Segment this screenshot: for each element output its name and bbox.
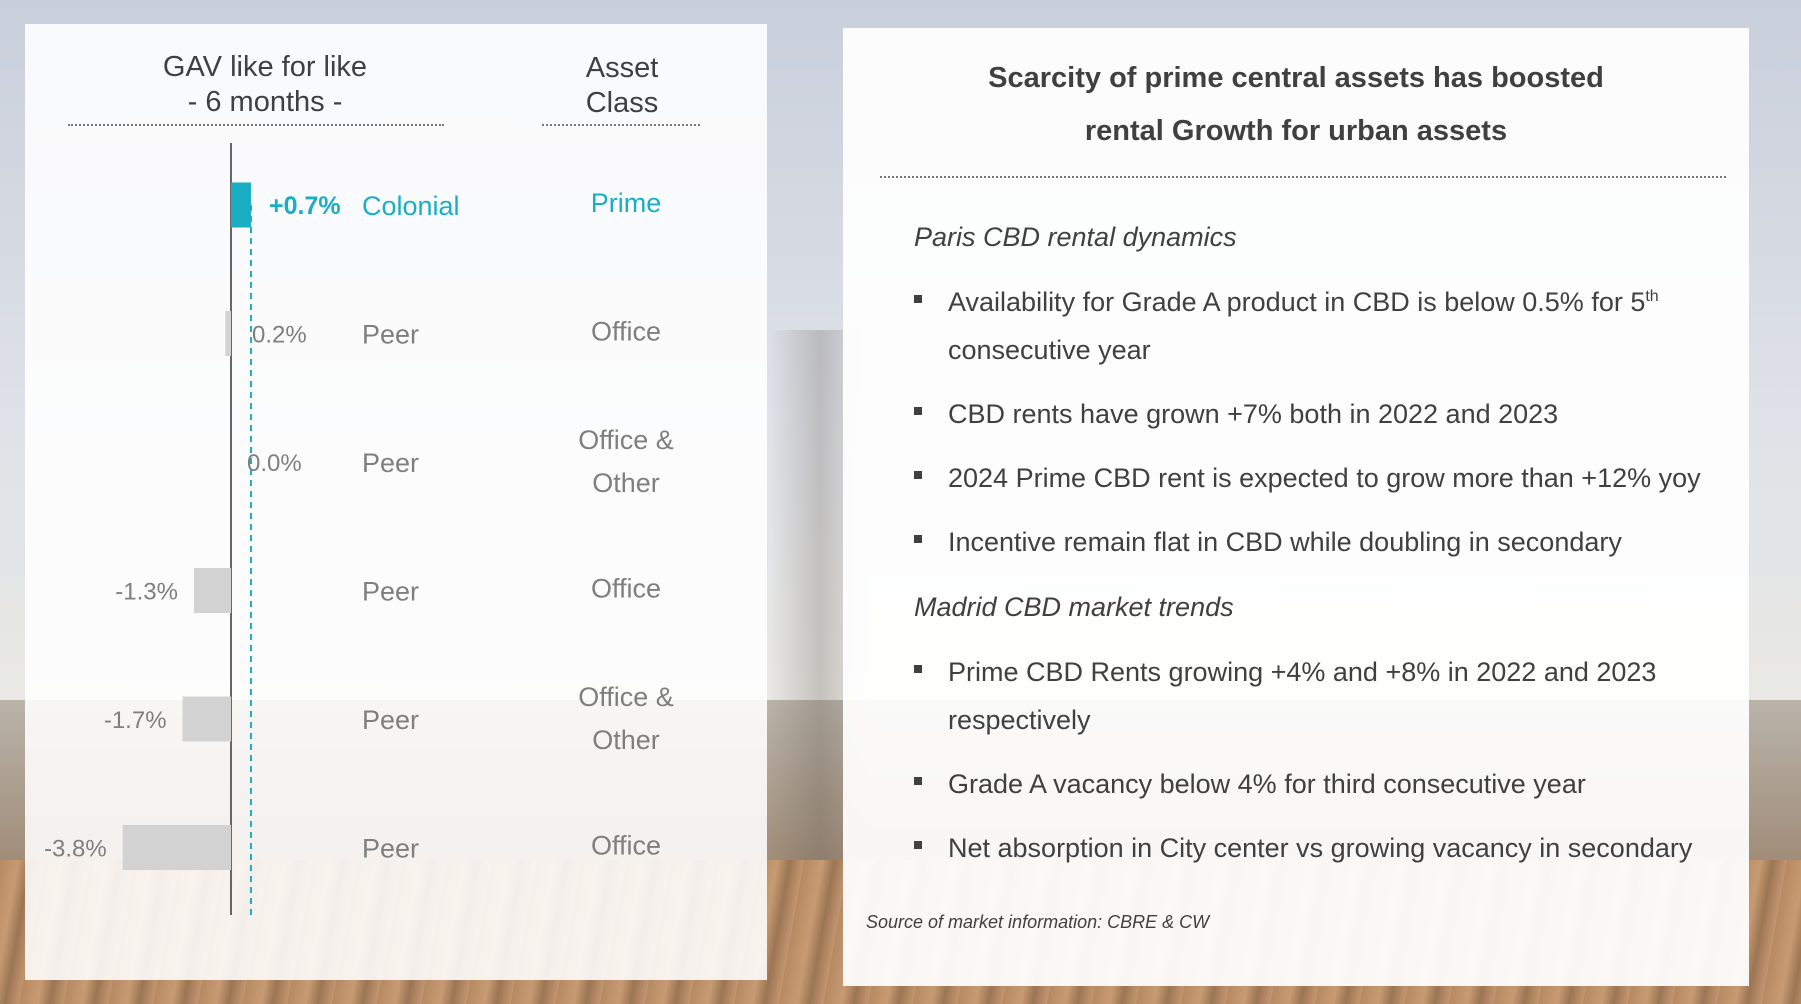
paris-bullet-2-text: CBD rents have grown +7% both in 2022 an… <box>948 399 1559 429</box>
panel-title: Scarcity of prime central assets has boo… <box>843 52 1749 158</box>
asset-class-label-2-1: Other <box>592 468 660 498</box>
paris-bullet-1-text: Availability for Grade A product in CBD … <box>948 287 1646 317</box>
madrid-bullet-3-text: Net absorption in City center vs growing… <box>948 833 1693 863</box>
category-label-5: Peer <box>362 834 419 864</box>
bar-4 <box>182 696 231 742</box>
paris-bullet-1: Availability for Grade A product in CBD … <box>914 278 1714 374</box>
asset-class-label-0-0: Prime <box>591 188 662 218</box>
asset-class-label-4-0: Office & <box>578 682 674 712</box>
value-label-4: -1.7% <box>104 707 167 734</box>
bullet-marker <box>914 535 922 543</box>
bar-3 <box>193 568 231 613</box>
panel-title-line-2: rental Growth for urban assets <box>1084 115 1508 147</box>
paris-section-title: Paris CBD rental dynamics <box>914 222 1237 252</box>
bullet-marker <box>914 777 922 785</box>
bullet-marker <box>914 471 922 479</box>
source-note: Source of market information: CBRE & CW <box>866 912 1210 932</box>
asset-class-label-5-0: Office <box>591 831 661 861</box>
asset-class-label-1-0: Office <box>591 317 661 347</box>
paris-bullet-4-text: Incentive remain flat in CBD while doubl… <box>948 527 1622 557</box>
value-label-5: -3.8% <box>44 836 107 863</box>
value-label-3: -1.3% <box>115 579 178 606</box>
category-label-2: Peer <box>362 448 419 478</box>
madrid-section-title: Madrid CBD market trends <box>914 592 1234 622</box>
paris-bullet-1-text-2: consecutive year <box>948 335 1151 365</box>
asset-class-label-3-0: Office <box>591 574 661 604</box>
value-label-0: +0.7% <box>269 192 341 220</box>
bullet-marker <box>914 407 922 415</box>
madrid-bullet-1-text-2: respectively <box>948 705 1091 735</box>
bar-5 <box>122 825 231 870</box>
asset-class-label-2-0: Office & <box>578 425 674 455</box>
asset-class-label-4-1: Other <box>592 725 660 755</box>
category-label-1: Peer <box>362 320 419 350</box>
madrid-bullet-1-text: Prime CBD Rents growing +4% and +8% in 2… <box>948 657 1657 687</box>
value-label-1: 0.2% <box>252 322 307 349</box>
value-label-2: 0.0% <box>247 450 302 477</box>
bullet-marker <box>914 665 922 673</box>
title-divider <box>880 176 1726 178</box>
paris-bullet-3-text: 2024 Prime CBD rent is expected to grow … <box>948 463 1701 493</box>
category-label-0: Colonial <box>362 191 460 221</box>
panel-title-line-1: Scarcity of prime central assets has boo… <box>988 62 1604 94</box>
category-label-3: Peer <box>362 577 419 607</box>
paris-bullet-1-sup: th <box>1645 288 1659 305</box>
madrid-bullet-2-text: Grade A vacancy below 4% for third conse… <box>948 769 1586 799</box>
madrid-bullet-1: Prime CBD Rents growing +4% and +8% in 2… <box>914 648 1714 744</box>
bullet-marker <box>914 295 922 303</box>
category-label-4: Peer <box>362 705 419 735</box>
bar-1 <box>225 311 231 356</box>
bullet-marker <box>914 841 922 849</box>
bar-0 <box>231 182 251 228</box>
